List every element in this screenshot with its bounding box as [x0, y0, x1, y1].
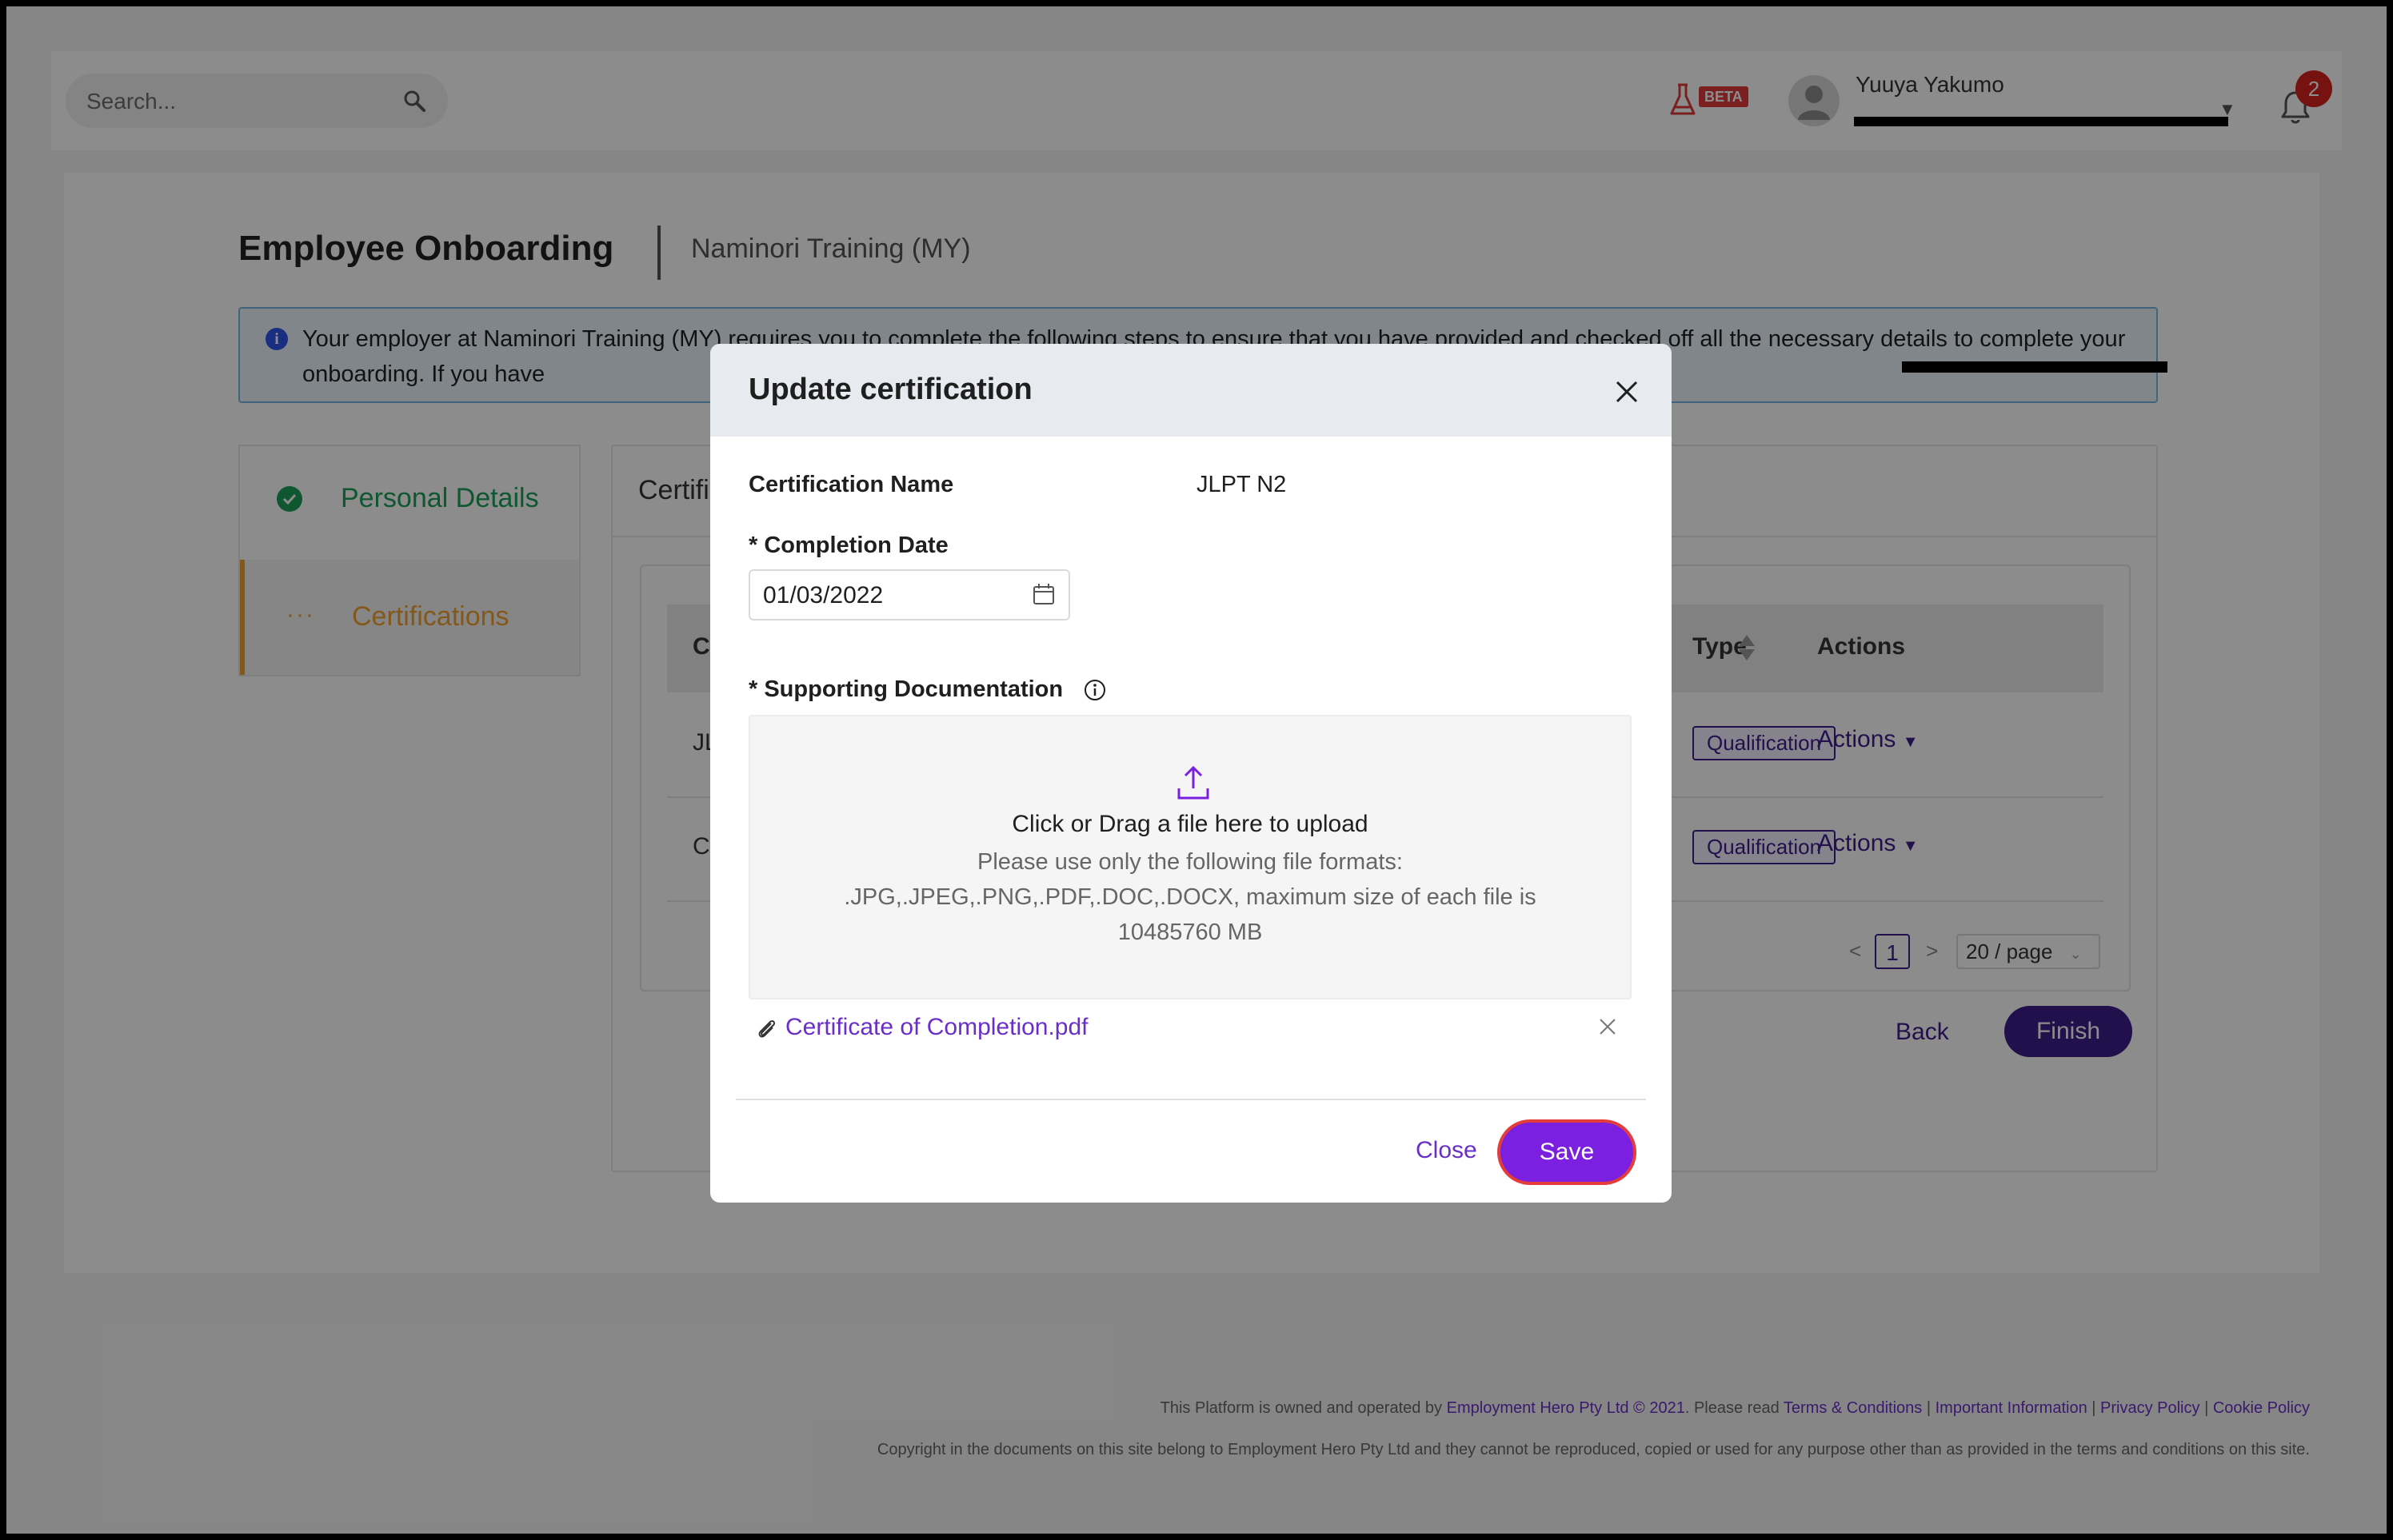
cert-name-label: Certification Name — [749, 472, 954, 497]
close-button[interactable]: Close — [1416, 1137, 1477, 1164]
dialog-divider — [736, 1099, 1646, 1100]
file-link[interactable]: Certificate of Completion.pdf — [785, 1014, 1089, 1041]
app-window: BETA Yuuya Yakumo ▼ 2 Employee Onboardin… — [6, 6, 2387, 1534]
remove-file-icon[interactable] — [1596, 1015, 1619, 1038]
dialog-title: Update certification — [749, 373, 1033, 406]
calendar-icon[interactable] — [1032, 582, 1056, 606]
dialog-header: Update certification — [710, 344, 1672, 437]
completion-date-input[interactable] — [750, 571, 1021, 620]
update-certification-dialog: Update certification Certification Name … — [710, 344, 1672, 1203]
paperclip-icon — [758, 1019, 776, 1038]
info-circle-icon[interactable] — [1083, 678, 1107, 702]
completion-date-label: * Completion Date — [749, 533, 949, 558]
completion-date-picker[interactable] — [749, 569, 1070, 620]
file-upload-dropzone[interactable]: Click or Drag a file here to upload Plea… — [749, 715, 1632, 999]
upload-icon — [1177, 765, 1209, 800]
save-button[interactable]: Save — [1500, 1123, 1633, 1182]
upload-instruction: Click or Drag a file here to upload — [1012, 811, 1368, 837]
upload-format-note: Please use only the following file forma… — [844, 849, 1536, 945]
supporting-docs-label: * Supporting Documentation — [749, 676, 1064, 702]
close-icon[interactable] — [1611, 376, 1643, 408]
cert-name-value: JLPT N2 — [1196, 472, 1287, 497]
attached-file: Certificate of Completion.pdf — [755, 1009, 1627, 1047]
